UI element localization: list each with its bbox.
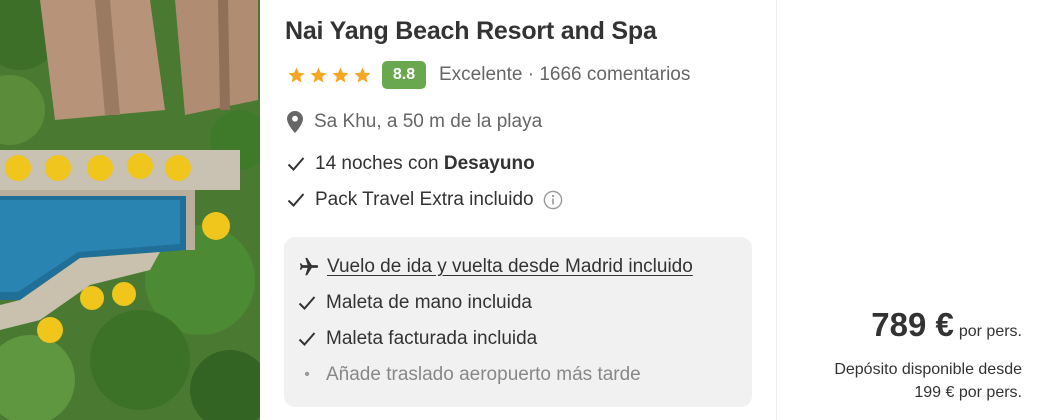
star-icon: [288, 67, 305, 83]
deposit-info: Depósito disponible desde 199 € por pers…: [834, 358, 1022, 404]
star-icon: [332, 67, 349, 83]
location-row: Sa Khu, a 50 m de la playa: [287, 111, 542, 133]
hand-bag-row: Maleta de mano incluida: [298, 292, 532, 314]
check-icon: [298, 296, 316, 310]
hand-bag-text: Maleta de mano incluida: [326, 292, 532, 313]
rating-text[interactable]: Excelente · 1666 comentarios: [439, 64, 690, 86]
star-icon: [310, 67, 327, 83]
check-icon: [298, 332, 316, 346]
checked-bag-row: Maleta facturada incluida: [298, 328, 537, 350]
deposit-line-2: 199 € por pers.: [914, 384, 1022, 401]
star-icon: [354, 67, 371, 83]
check-icon: [287, 157, 305, 171]
info-icon[interactable]: [543, 190, 563, 210]
location-text: Sa Khu, a 50 m de la playa: [314, 111, 543, 132]
board-row: 14 noches con Desayuno: [287, 153, 535, 175]
star-rating: [287, 66, 372, 85]
bullet-icon: •: [304, 366, 310, 383]
nights-text: 14 noches con: [315, 153, 444, 174]
transfer-row: • Añade traslado aeropuerto más tarde: [298, 364, 641, 386]
score-badge: 8.8: [382, 61, 426, 89]
hotel-name[interactable]: Nai Yang Beach Resort and Spa: [285, 17, 657, 46]
hotel-card[interactable]: Nai Yang Beach Resort and Spa 8.8 Excele…: [0, 0, 1038, 420]
pack-text: Pack Travel Extra incluido: [315, 189, 534, 210]
price-amount: 789 €: [871, 306, 954, 343]
flight-link[interactable]: Vuelo de ida y vuelta desde Madrid inclu…: [327, 256, 693, 278]
board-type: Desayuno: [443, 153, 535, 174]
deposit-line-1: Depósito disponible desde: [834, 361, 1022, 378]
transfer-text: Añade traslado aeropuerto más tarde: [326, 364, 641, 385]
flight-box: Vuelo de ida y vuelta desde Madrid inclu…: [284, 237, 752, 407]
flight-row: Vuelo de ida y vuelta desde Madrid inclu…: [298, 256, 693, 278]
price-column: 789 € por pers. Depósito disponible desd…: [776, 0, 1038, 420]
pack-row: Pack Travel Extra incluido: [287, 189, 563, 211]
rating-row: 8.8 Excelente · 1666 comentarios: [287, 60, 690, 90]
location-pin-icon: [287, 111, 303, 133]
price-unit: por pers.: [958, 323, 1022, 340]
checked-bag-text: Maleta facturada incluida: [326, 328, 538, 349]
plane-icon: [299, 257, 319, 276]
check-icon: [287, 193, 305, 207]
price-line: 789 € por pers.: [871, 306, 1022, 344]
hotel-photo[interactable]: [0, 0, 260, 420]
